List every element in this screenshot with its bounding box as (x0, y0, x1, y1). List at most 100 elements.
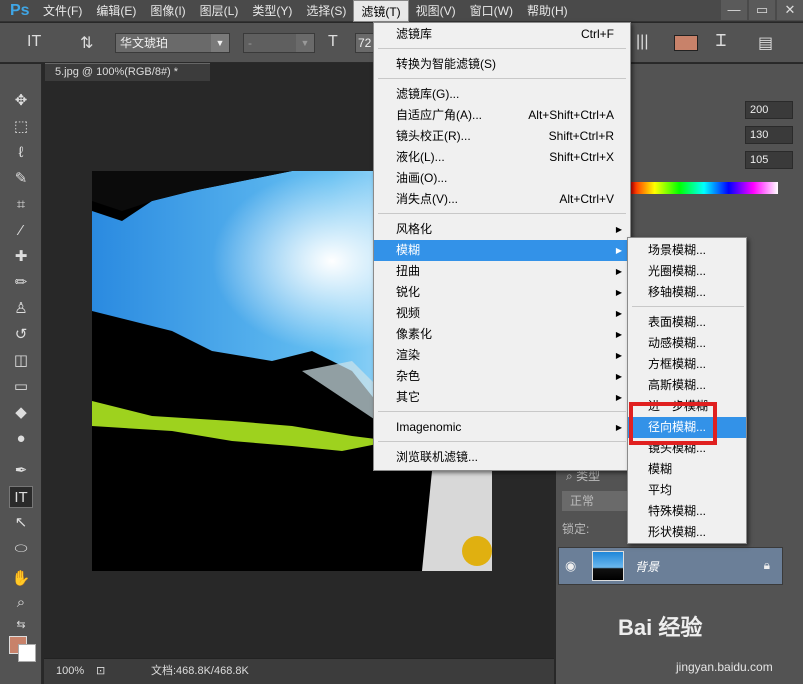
submenu-item-box-blur[interactable]: 方框模糊... (628, 354, 746, 375)
blur-submenu: 场景模糊... 光圈模糊... 移轴模糊... 表面模糊... 动感模糊... … (627, 237, 747, 544)
eye-icon[interactable]: ◉ (565, 558, 576, 574)
font-size-icon: T (328, 33, 338, 50)
menu-item-liquify[interactable]: 液化(L)... Shift+Ctrl+X (374, 147, 630, 168)
menu-item-distort[interactable]: 扭曲 ▶ (374, 261, 630, 282)
menu-image[interactable]: 图像(I) (143, 0, 192, 22)
menu-item-other[interactable]: 其它 ▶ (374, 387, 630, 408)
submenu-item-motion-blur[interactable]: 动感模糊... (628, 333, 746, 354)
menu-item-adaptive-wide-angle[interactable]: 自适应广角(A)... Alt+Shift+Ctrl+A (374, 105, 630, 126)
menu-item-browse-online-filters[interactable]: 浏览联机滤镜... (374, 447, 630, 468)
chevron-right-icon: ▶ (615, 351, 622, 360)
menu-item-oil-paint[interactable]: 油画(O)... (374, 168, 630, 189)
lock-icon: 🔒︎ (763, 558, 770, 572)
submenu-item-average[interactable]: 平均 (628, 480, 746, 501)
chevron-down-icon: ▼ (211, 34, 229, 52)
menu-item-render[interactable]: 渲染 ▶ (374, 345, 630, 366)
close-button[interactable]: ✕ (777, 0, 803, 20)
restore-button[interactable]: ▭ (749, 0, 775, 20)
menu-item-imagenomic[interactable]: Imagenomic ▶ (374, 417, 630, 438)
highlight-annotation-box (629, 402, 717, 445)
menu-item-sharpen[interactable]: 锐化 ▶ (374, 282, 630, 303)
blue-value-field[interactable]: 105 (745, 151, 793, 169)
history-brush-tool-icon[interactable]: ↺ (9, 324, 33, 346)
menu-file[interactable]: 文件(F) (36, 0, 89, 22)
menu-item-pixelate[interactable]: 像素化 ▶ (374, 324, 630, 345)
font-style-select[interactable]: - ▼ (243, 33, 315, 53)
text-color-swatch[interactable] (674, 35, 698, 51)
menu-item-noise[interactable]: 杂色 ▶ (374, 366, 630, 387)
menu-filter[interactable]: 滤镜(T) (353, 0, 409, 22)
menu-separator (378, 213, 626, 214)
menu-help[interactable]: 帮助(H) (520, 0, 575, 22)
menu-item-blur[interactable]: 模糊 ▶ (374, 240, 630, 261)
font-size-field[interactable]: 72 (355, 33, 375, 53)
move-tool-icon[interactable]: ✥ (9, 90, 33, 112)
eyedropper-tool-icon[interactable]: ⁄ (9, 220, 33, 242)
zoom-level[interactable]: 100% (56, 659, 84, 683)
pen-tool-icon[interactable]: ✒ (9, 460, 33, 482)
document-info: 文档:468.8K/468.8K (151, 665, 249, 677)
status-bar: 100% ⊡ 文档:468.8K/468.8K (44, 658, 554, 684)
menu-item-vanishing-point[interactable]: 消失点(V)... Alt+Ctrl+V (374, 189, 630, 210)
menu-item-stylize[interactable]: 风格化 ▶ (374, 219, 630, 240)
lasso-tool-icon[interactable]: ℓ (9, 142, 33, 164)
chevron-right-icon: ▶ (615, 225, 622, 234)
submenu-item-surface-blur[interactable]: 表面模糊... (628, 312, 746, 333)
submenu-item-blur[interactable]: 模糊 (628, 459, 746, 480)
type-tool-icon[interactable]: IT (9, 486, 33, 508)
baidu-watermark: Bai 经验 (618, 615, 703, 640)
menu-edit[interactable]: 编辑(E) (89, 0, 143, 22)
clone-stamp-tool-icon[interactable]: ♙ (9, 298, 33, 320)
menu-item-filter-gallery-last[interactable]: 滤镜库 Ctrl+F (374, 24, 630, 45)
menu-window[interactable]: 窗口(W) (463, 0, 520, 22)
quick-select-tool-icon[interactable]: ✎ (9, 168, 33, 190)
text-orientation-icon[interactable]: ⇅ (80, 33, 93, 53)
swap-colors-icon[interactable]: ⇆ (9, 614, 33, 636)
brush-tool-icon[interactable]: ✏ (9, 272, 33, 294)
chevron-right-icon: ▶ (615, 288, 622, 297)
submenu-item-shape-blur[interactable]: 形状模糊... (628, 522, 746, 543)
menu-item-video[interactable]: 视频 ▶ (374, 303, 630, 324)
blur-tool-icon[interactable]: ◆ (9, 402, 33, 424)
character-panel-icon[interactable]: ▤ (758, 33, 773, 53)
ellipse-tool-icon[interactable]: ⬭ (9, 538, 33, 560)
menu-item-convert-smart-filter[interactable]: 转换为智能滤镜(S) (374, 54, 630, 75)
font-family-select[interactable]: 华文琥珀 ▼ (115, 33, 230, 53)
type-tool-preset-icon[interactable]: IT (27, 33, 41, 51)
menu-view[interactable]: 视图(V) (409, 0, 463, 22)
warp-text-icon[interactable]: Ꮖ (716, 33, 727, 51)
tools-panel: ✥ ⬚ ℓ ✎ ⌗ ⁄ ✚ ✏ ♙ ↺ ◫ ▭ ◆ ● ✒ IT ↖ ⬭ ✋ ⌕… (0, 64, 42, 684)
submenu-item-smart-blur[interactable]: 特殊模糊... (628, 501, 746, 522)
dodge-tool-icon[interactable]: ● (9, 428, 33, 450)
submenu-item-tilt-shift[interactable]: 移轴模糊... (628, 282, 746, 303)
menu-select[interactable]: 选择(S) (299, 0, 353, 22)
document-tab[interactable]: 5.jpg @ 100%(RGB/8#) * (45, 63, 210, 81)
menu-item-filter-gallery[interactable]: 滤镜库(G)... (374, 84, 630, 105)
filter-menu: 滤镜库 Ctrl+F 转换为智能滤镜(S) 滤镜库(G)... 自适应广角(A).… (373, 22, 631, 471)
chevron-right-icon: ▶ (615, 246, 622, 255)
path-select-tool-icon[interactable]: ↖ (9, 512, 33, 534)
healing-brush-tool-icon[interactable]: ✚ (9, 246, 33, 268)
submenu-item-gaussian-blur[interactable]: 高斯模糊... (628, 375, 746, 396)
status-icon: ⊡ (96, 665, 106, 677)
submenu-item-field-blur[interactable]: 场景模糊... (628, 240, 746, 261)
green-value-field[interactable]: 130 (745, 126, 793, 144)
align-icon[interactable]: ||| (636, 33, 648, 51)
zoom-tool-icon[interactable]: ⌕ (9, 592, 33, 614)
hand-tool-icon[interactable]: ✋ (9, 568, 33, 590)
layer-row-background[interactable]: ◉ 背景 🔒︎ (558, 547, 783, 585)
crop-tool-icon[interactable]: ⌗ (9, 194, 33, 216)
menu-type[interactable]: 类型(Y) (245, 0, 299, 22)
chevron-right-icon: ▶ (615, 393, 622, 402)
menu-layer[interactable]: 图层(L) (193, 0, 246, 22)
red-value-field[interactable]: 200 (745, 101, 793, 119)
menu-separator (632, 306, 744, 307)
minimize-button[interactable]: — (721, 0, 747, 20)
color-spectrum[interactable] (630, 182, 778, 194)
marquee-tool-icon[interactable]: ⬚ (9, 116, 33, 138)
eraser-tool-icon[interactable]: ◫ (9, 350, 33, 372)
background-color-swatch[interactable] (18, 644, 36, 662)
submenu-item-iris-blur[interactable]: 光圈模糊... (628, 261, 746, 282)
menu-item-lens-correction[interactable]: 镜头校正(R)... Shift+Ctrl+R (374, 126, 630, 147)
gradient-tool-icon[interactable]: ▭ (9, 376, 33, 398)
